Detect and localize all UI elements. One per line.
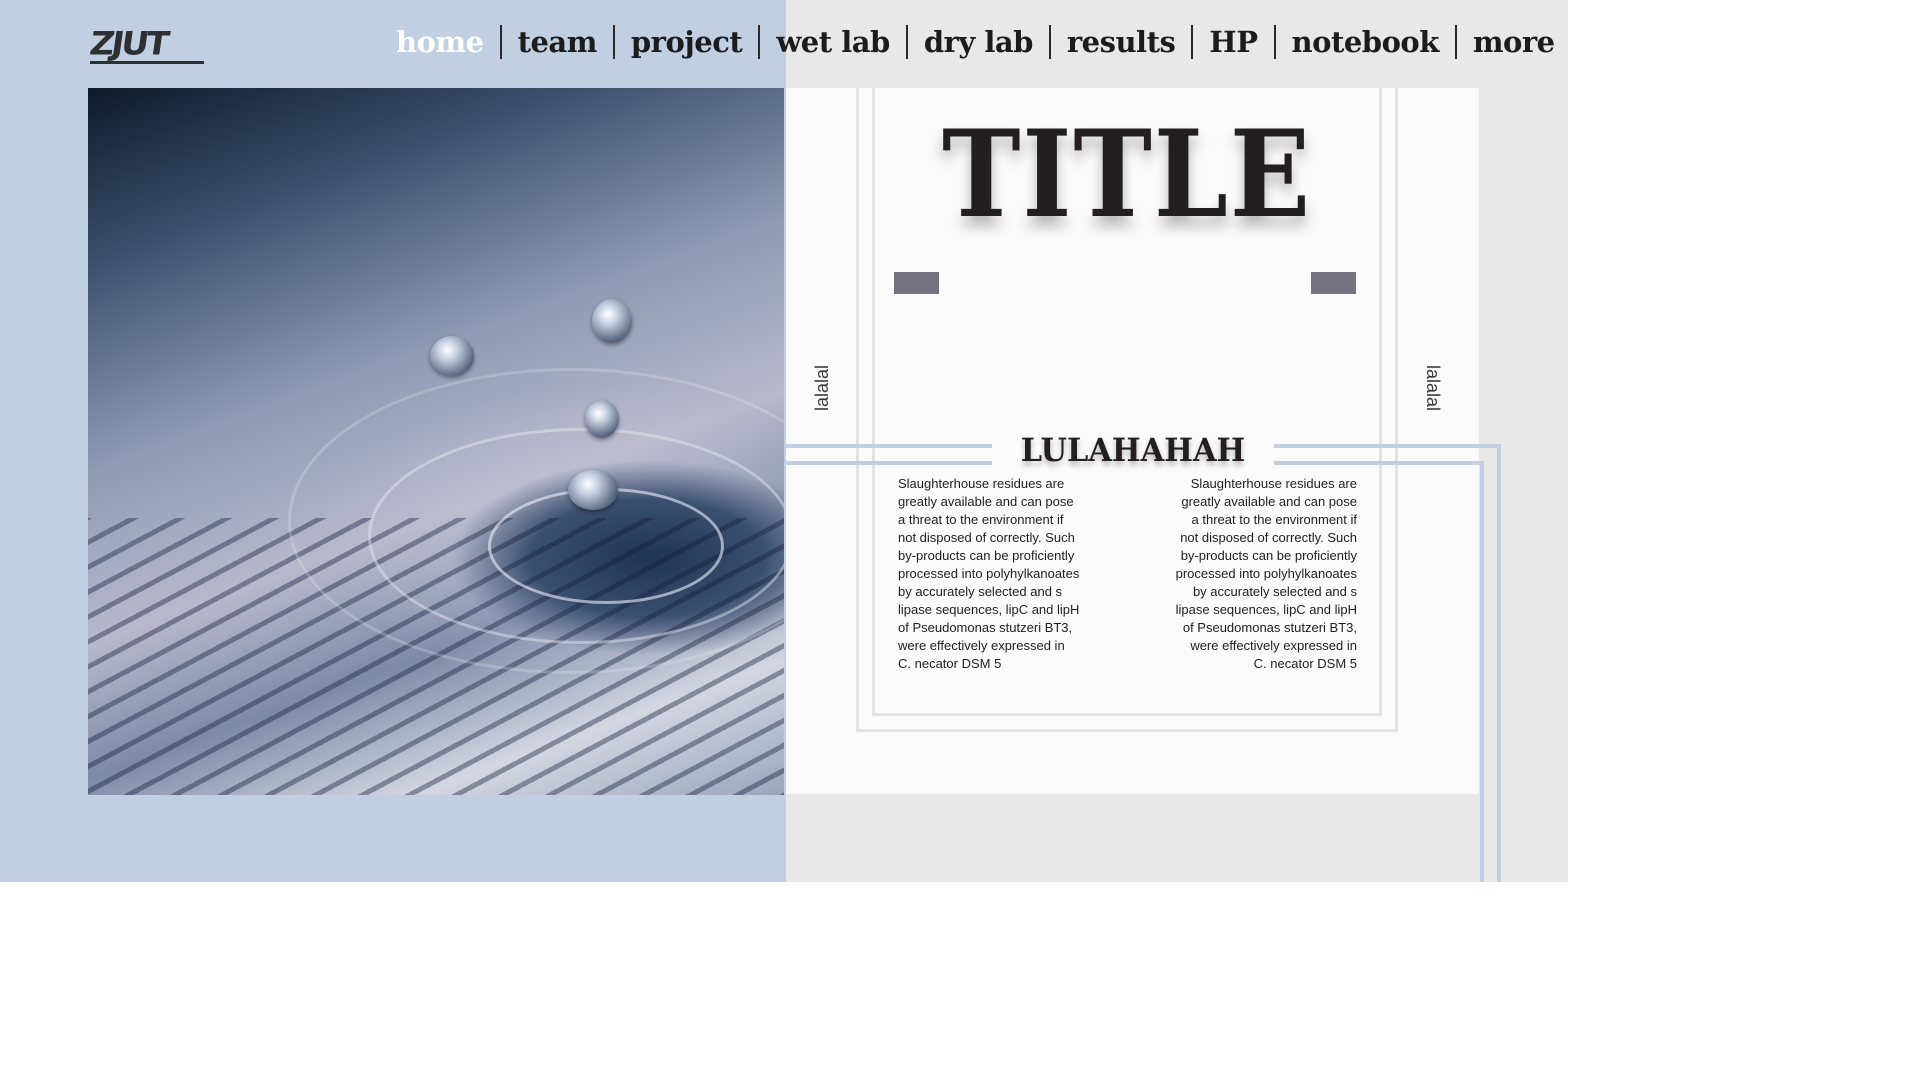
nav-item-notebook[interactable]: notebook (1276, 22, 1455, 62)
paragraph-right: Slaughterhouse residues are greatly avai… (1175, 476, 1357, 671)
side-label-right: lalalal (1423, 365, 1443, 412)
hero-photo (88, 88, 784, 795)
accent-line (1274, 444, 1501, 448)
zjut-logo[interactable]: ZJUT (87, 25, 208, 66)
water-droplet (592, 299, 632, 343)
nav-item-wet-lab[interactable]: wet lab (760, 22, 906, 62)
nav-item-home[interactable]: home (380, 22, 500, 62)
accent-line (786, 461, 992, 465)
water-droplet (585, 400, 619, 438)
nav-item-results[interactable]: results (1051, 22, 1191, 62)
paragraph-left: Slaughterhouse residues are greatly avai… (898, 476, 1080, 671)
logo-underline (90, 61, 204, 64)
accent-line (1497, 444, 1501, 882)
accent-line (1274, 461, 1484, 465)
page-title: TITLE (941, 104, 1313, 245)
decorative-marker-right (1311, 272, 1356, 294)
nav-item-more[interactable]: more (1457, 22, 1571, 62)
side-label-left: lalalal (812, 365, 832, 412)
section-subtitle: LULAHAHAH (1020, 431, 1246, 469)
accent-line (786, 444, 992, 448)
nav-item-hp[interactable]: HP (1193, 22, 1273, 62)
nav-item-team[interactable]: team (502, 22, 613, 62)
decorative-marker-left (894, 272, 939, 294)
accent-line (1480, 461, 1484, 882)
main-navigation: home team project wet lab dry lab result… (380, 22, 1571, 62)
water-droplet (568, 470, 618, 510)
logo-text: ZJUT (87, 25, 169, 63)
nav-item-dry-lab[interactable]: dry lab (908, 22, 1049, 62)
water-droplet (430, 336, 474, 376)
nav-item-project[interactable]: project (615, 22, 758, 62)
